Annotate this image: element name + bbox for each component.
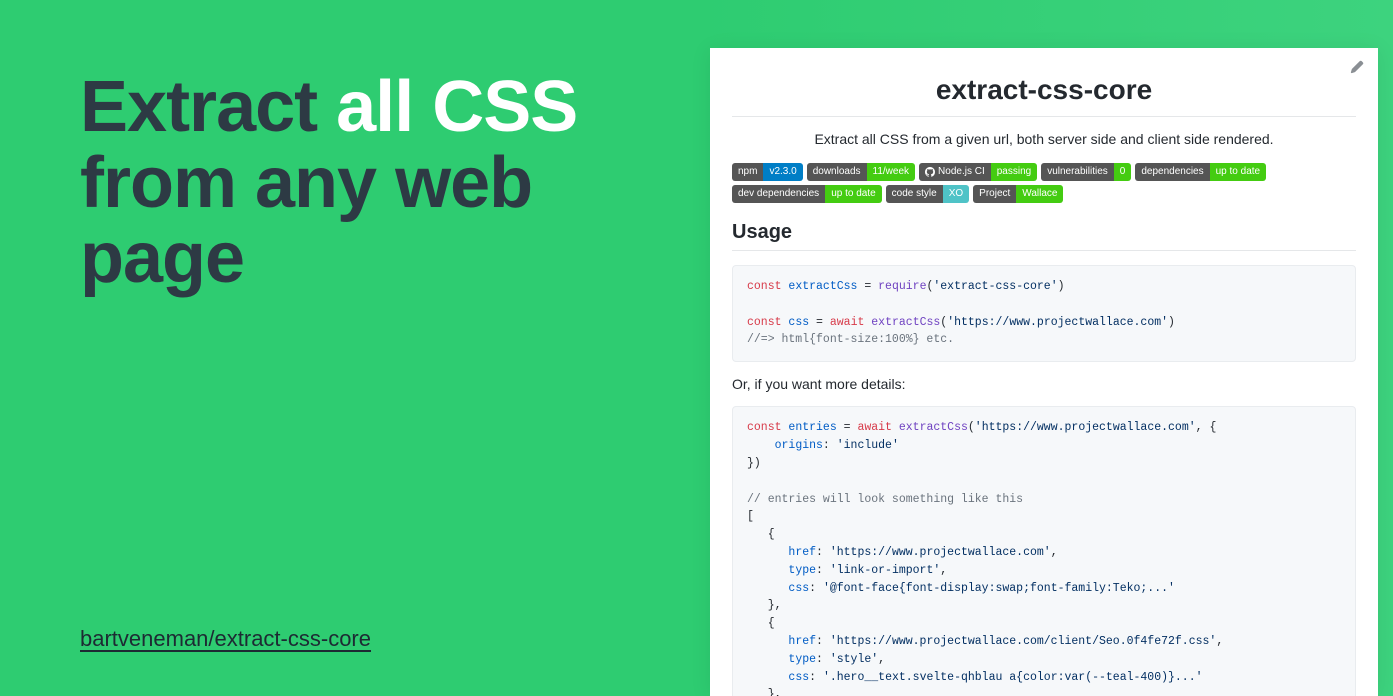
hero-section: Extract all CSS from any web page <box>80 70 640 297</box>
edit-icon[interactable] <box>1350 60 1364 74</box>
readme-panel: extract-css-core Extract all CSS from a … <box>710 48 1378 696</box>
headline-pre: Extract <box>80 67 336 147</box>
package-title: extract-css-core <box>732 74 1356 117</box>
repo-link[interactable]: bartveneman/extract-css-core <box>80 626 371 652</box>
badge-vulnerabilities[interactable]: vulnerabilities0 <box>1041 163 1131 181</box>
code-block-basic: const extractCss = require('extract-css-… <box>732 265 1356 362</box>
code-block-detailed: const entries = await extractCss('https:… <box>732 406 1356 696</box>
badge-Project[interactable]: ProjectWallace <box>973 185 1063 203</box>
between-text: Or, if you want more details: <box>732 376 1356 392</box>
badge-downloads[interactable]: downloads11/week <box>807 163 915 181</box>
usage-heading: Usage <box>732 221 1356 251</box>
badge-npm[interactable]: npmv2.3.0 <box>732 163 803 181</box>
headline-accent: all CSS <box>336 67 577 147</box>
headline: Extract all CSS from any web page <box>80 70 640 297</box>
badge-dev-dependencies[interactable]: dev dependenciesup to date <box>732 185 882 203</box>
badge-row: npmv2.3.0downloads11/weekNode.js CIpassi… <box>732 163 1356 203</box>
badge-Node.js-CI[interactable]: Node.js CIpassing <box>919 163 1037 181</box>
headline-post: from any web page <box>80 143 532 299</box>
badge-dependencies[interactable]: dependenciesup to date <box>1135 163 1266 181</box>
badge-code-style[interactable]: code styleXO <box>886 185 969 203</box>
package-subtitle: Extract all CSS from a given url, both s… <box>732 131 1356 147</box>
